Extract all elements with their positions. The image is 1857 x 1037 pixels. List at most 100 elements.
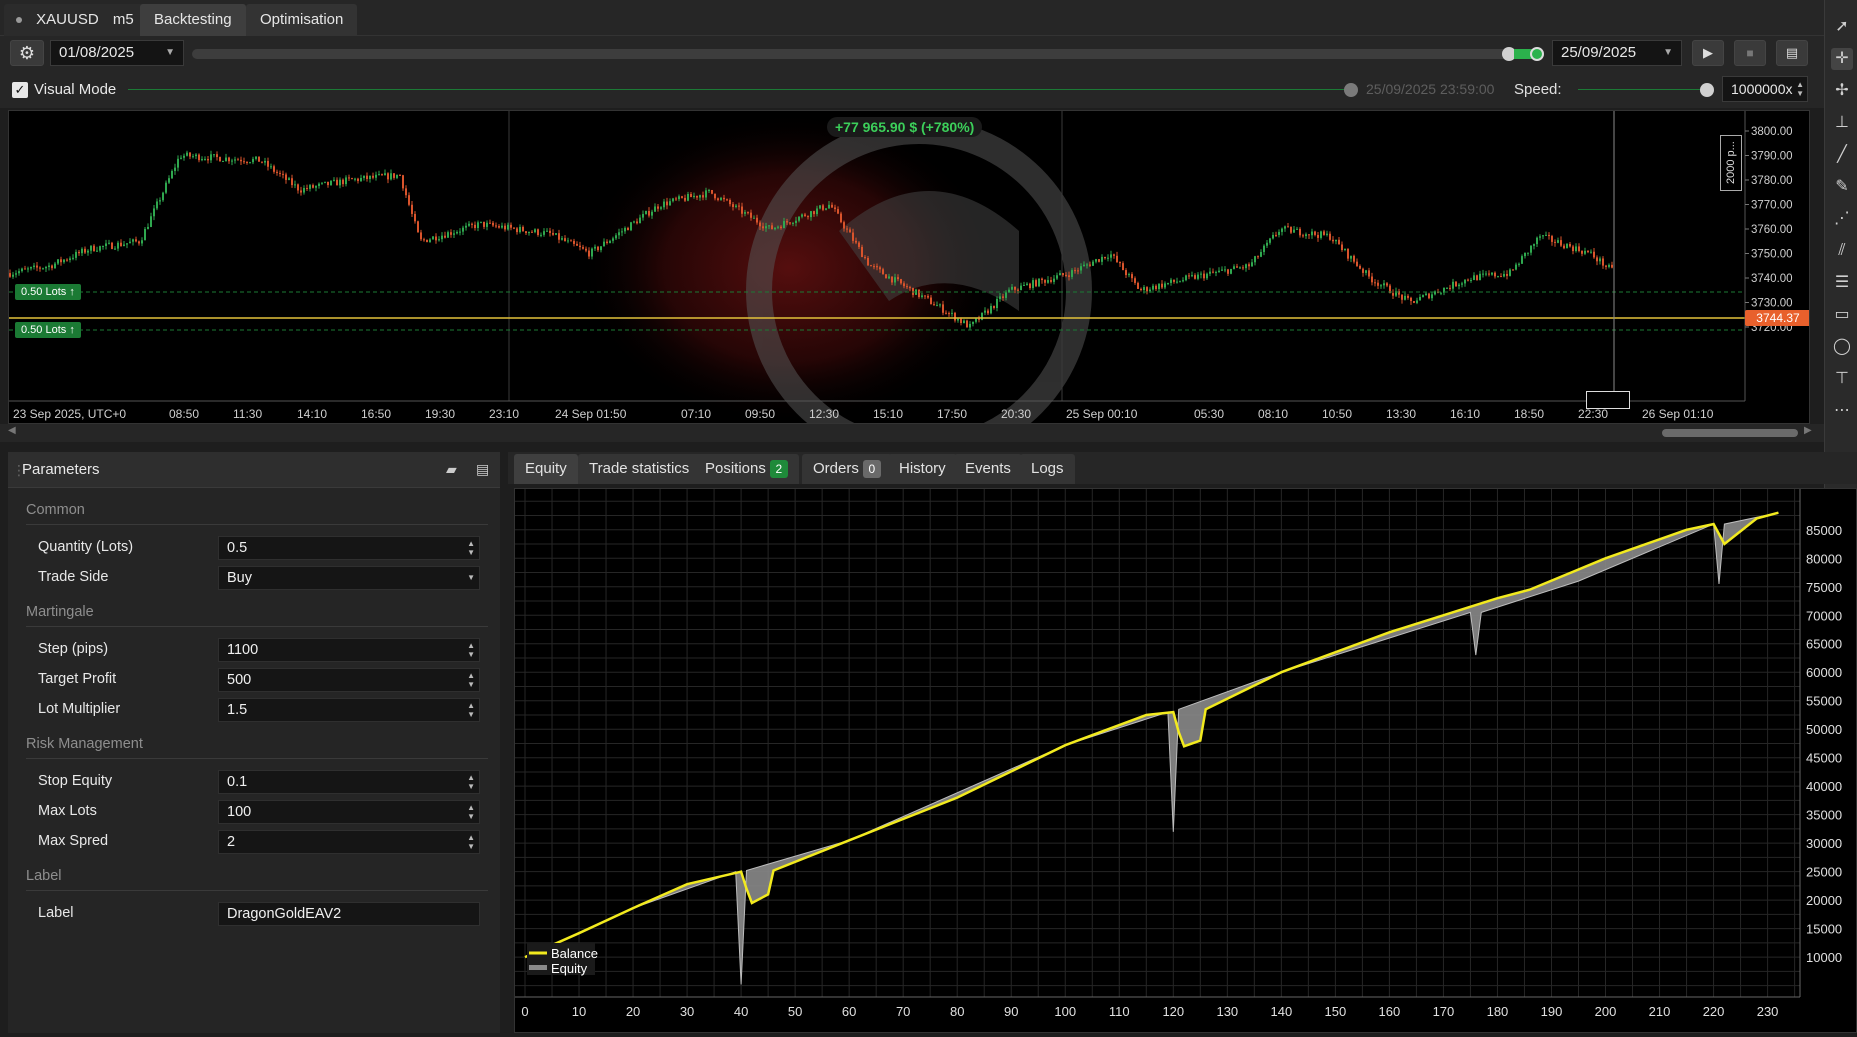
spinner-icon[interactable]: ▲ ▼ bbox=[467, 803, 475, 821]
speed-handle[interactable] bbox=[1700, 83, 1714, 97]
tab-positions[interactable]: Positions 2 bbox=[694, 454, 799, 484]
candle-body bbox=[375, 174, 377, 178]
open-folder-icon[interactable]: ▰ bbox=[446, 461, 457, 478]
range-end-handle[interactable] bbox=[1530, 47, 1544, 61]
speed-input[interactable]: 1000000x ▲ ▼ bbox=[1722, 76, 1808, 102]
candle-body bbox=[1401, 294, 1403, 300]
candle-body bbox=[33, 265, 35, 267]
candle-body bbox=[783, 221, 785, 229]
chart-scrollbar[interactable]: ◀ ▶ bbox=[0, 424, 1824, 442]
candle-body bbox=[894, 277, 896, 283]
text-icon[interactable]: ⊤ bbox=[1831, 368, 1853, 390]
spinner-icon[interactable]: ▲ ▼ bbox=[467, 539, 475, 557]
candle-body bbox=[900, 279, 902, 284]
rectangle-icon[interactable]: ▭ bbox=[1831, 304, 1853, 326]
candle-body bbox=[897, 277, 899, 280]
candle-body bbox=[1152, 285, 1154, 290]
scroll-right-icon[interactable]: ▶ bbox=[1804, 425, 1812, 436]
candle-body bbox=[561, 238, 563, 240]
spinner-icon[interactable]: ▲ ▼ bbox=[467, 641, 475, 659]
candle-body bbox=[909, 287, 911, 289]
spinner-icon[interactable]: ▲ ▼ bbox=[467, 701, 475, 719]
param-input[interactable]: 2 ▲ ▼ bbox=[218, 830, 480, 854]
date-range-slider[interactable] bbox=[192, 49, 1544, 59]
crosshair-icon[interactable]: ✛ bbox=[1831, 48, 1853, 70]
x-tick-label: 110 bbox=[1109, 1004, 1130, 1019]
visual-mode-checkbox[interactable]: ✓ bbox=[12, 82, 28, 98]
ellipse-icon[interactable]: ◯ bbox=[1831, 336, 1853, 358]
candle-body bbox=[1497, 276, 1499, 278]
end-date-picker[interactable]: 25/09/2025 ▼ bbox=[1552, 40, 1682, 66]
crosshair-alt-icon[interactable]: ✢ bbox=[1831, 80, 1853, 102]
tab-orders[interactable]: Orders 0 bbox=[802, 454, 892, 484]
param-input[interactable]: 0.1 ▲ ▼ bbox=[218, 770, 480, 794]
spinner-icon[interactable]: ▲ ▼ bbox=[467, 671, 475, 689]
tab-history[interactable]: History bbox=[888, 454, 957, 484]
tab-trade-statistics[interactable]: Trade statistics bbox=[578, 454, 701, 484]
candle-body bbox=[1266, 242, 1268, 246]
chevron-down-icon[interactable]: ▼ bbox=[467, 573, 475, 582]
progress-handle[interactable] bbox=[1344, 83, 1358, 97]
candle-body bbox=[1449, 287, 1451, 289]
candle-body bbox=[51, 265, 53, 269]
time-cursor-marker[interactable] bbox=[1586, 391, 1630, 409]
param-input[interactable]: Buy ▼ bbox=[218, 566, 480, 590]
candle-body bbox=[762, 226, 764, 229]
candle-body bbox=[1560, 240, 1562, 246]
param-input[interactable]: DragonGoldEAV2 bbox=[218, 902, 480, 926]
candle-body bbox=[66, 259, 68, 261]
stop-button[interactable]: ■ bbox=[1734, 40, 1766, 66]
candle-body bbox=[1374, 282, 1376, 284]
candle-body bbox=[36, 265, 38, 268]
cursor-icon[interactable]: ➚ bbox=[1831, 16, 1853, 38]
spinner-icon[interactable]: ▲ ▼ bbox=[467, 773, 475, 791]
save-results-button[interactable]: ▤ bbox=[1776, 40, 1808, 66]
param-input[interactable]: 100 ▲ ▼ bbox=[218, 800, 480, 824]
candle-body bbox=[1233, 266, 1235, 269]
tab-equity[interactable]: Equity bbox=[514, 454, 578, 484]
settings-button[interactable]: ⚙ bbox=[10, 40, 44, 66]
pitchfork-icon[interactable]: ⫽ bbox=[1831, 240, 1853, 262]
candle-body bbox=[342, 179, 344, 185]
scroll-thumb[interactable] bbox=[1662, 429, 1798, 437]
zoom-label[interactable]: 2000 p... bbox=[1720, 135, 1742, 191]
candle-body bbox=[576, 243, 578, 246]
candle-body bbox=[936, 305, 938, 307]
candle-body bbox=[15, 273, 17, 275]
tab-optimisation[interactable]: Optimisation bbox=[246, 4, 358, 36]
time-tick-label: 18:50 bbox=[1514, 407, 1544, 421]
candle-body bbox=[1245, 264, 1247, 269]
tab-events[interactable]: Events bbox=[954, 454, 1022, 484]
fibonacci-icon[interactable]: ☰ bbox=[1831, 272, 1853, 294]
candle-body bbox=[1347, 248, 1349, 259]
param-input[interactable]: 1.5 ▲ ▼ bbox=[218, 698, 480, 722]
position-label-1[interactable]: 0.50 Lots ↑ bbox=[15, 284, 81, 300]
param-input[interactable]: 0.5 ▲ ▼ bbox=[218, 536, 480, 560]
scroll-left-icon[interactable]: ◀ bbox=[8, 425, 16, 436]
pen-icon[interactable]: ✎ bbox=[1831, 176, 1853, 198]
tab-logs[interactable]: Logs bbox=[1020, 454, 1075, 484]
price-chart[interactable]: 3800.00 3790.00 3780.00 3770.00 3760.00 3750.… bbox=[8, 110, 1810, 424]
start-date-picker[interactable]: 01/08/2025 ▼ bbox=[50, 40, 184, 66]
measure-icon[interactable]: ⊥ bbox=[1831, 112, 1853, 134]
more-icon[interactable]: ⋯ bbox=[1831, 400, 1853, 422]
candle-body bbox=[1533, 244, 1535, 246]
save-icon[interactable]: ▤ bbox=[476, 461, 489, 478]
time-tick-label: 25 Sep 00:10 bbox=[1066, 407, 1138, 421]
play-button[interactable]: ▶ bbox=[1692, 40, 1724, 66]
candle-body bbox=[393, 173, 395, 178]
fan-icon[interactable]: ⋰ bbox=[1831, 208, 1853, 230]
symbol-tab[interactable]: XAUUSD m5 bbox=[4, 4, 146, 36]
spinner-icon[interactable]: ▲ ▼ bbox=[467, 833, 475, 851]
speed-track[interactable] bbox=[1578, 89, 1708, 90]
candle-body bbox=[966, 320, 968, 328]
param-input[interactable]: 1100 ▲ ▼ bbox=[218, 638, 480, 662]
candle-body bbox=[1308, 234, 1310, 236]
equity-chart[interactable]: 10000 15000 20000 25000 30000 35000 40000 45000… bbox=[514, 488, 1857, 1033]
candle-body bbox=[1473, 275, 1475, 281]
param-input[interactable]: 500 ▲ ▼ bbox=[218, 668, 480, 692]
tab-backtesting[interactable]: Backtesting bbox=[140, 4, 246, 36]
position-label-2[interactable]: 0.50 Lots ↑ bbox=[15, 322, 81, 338]
trendline-icon[interactable]: ╱ bbox=[1831, 144, 1853, 166]
candle-body bbox=[1527, 252, 1529, 254]
